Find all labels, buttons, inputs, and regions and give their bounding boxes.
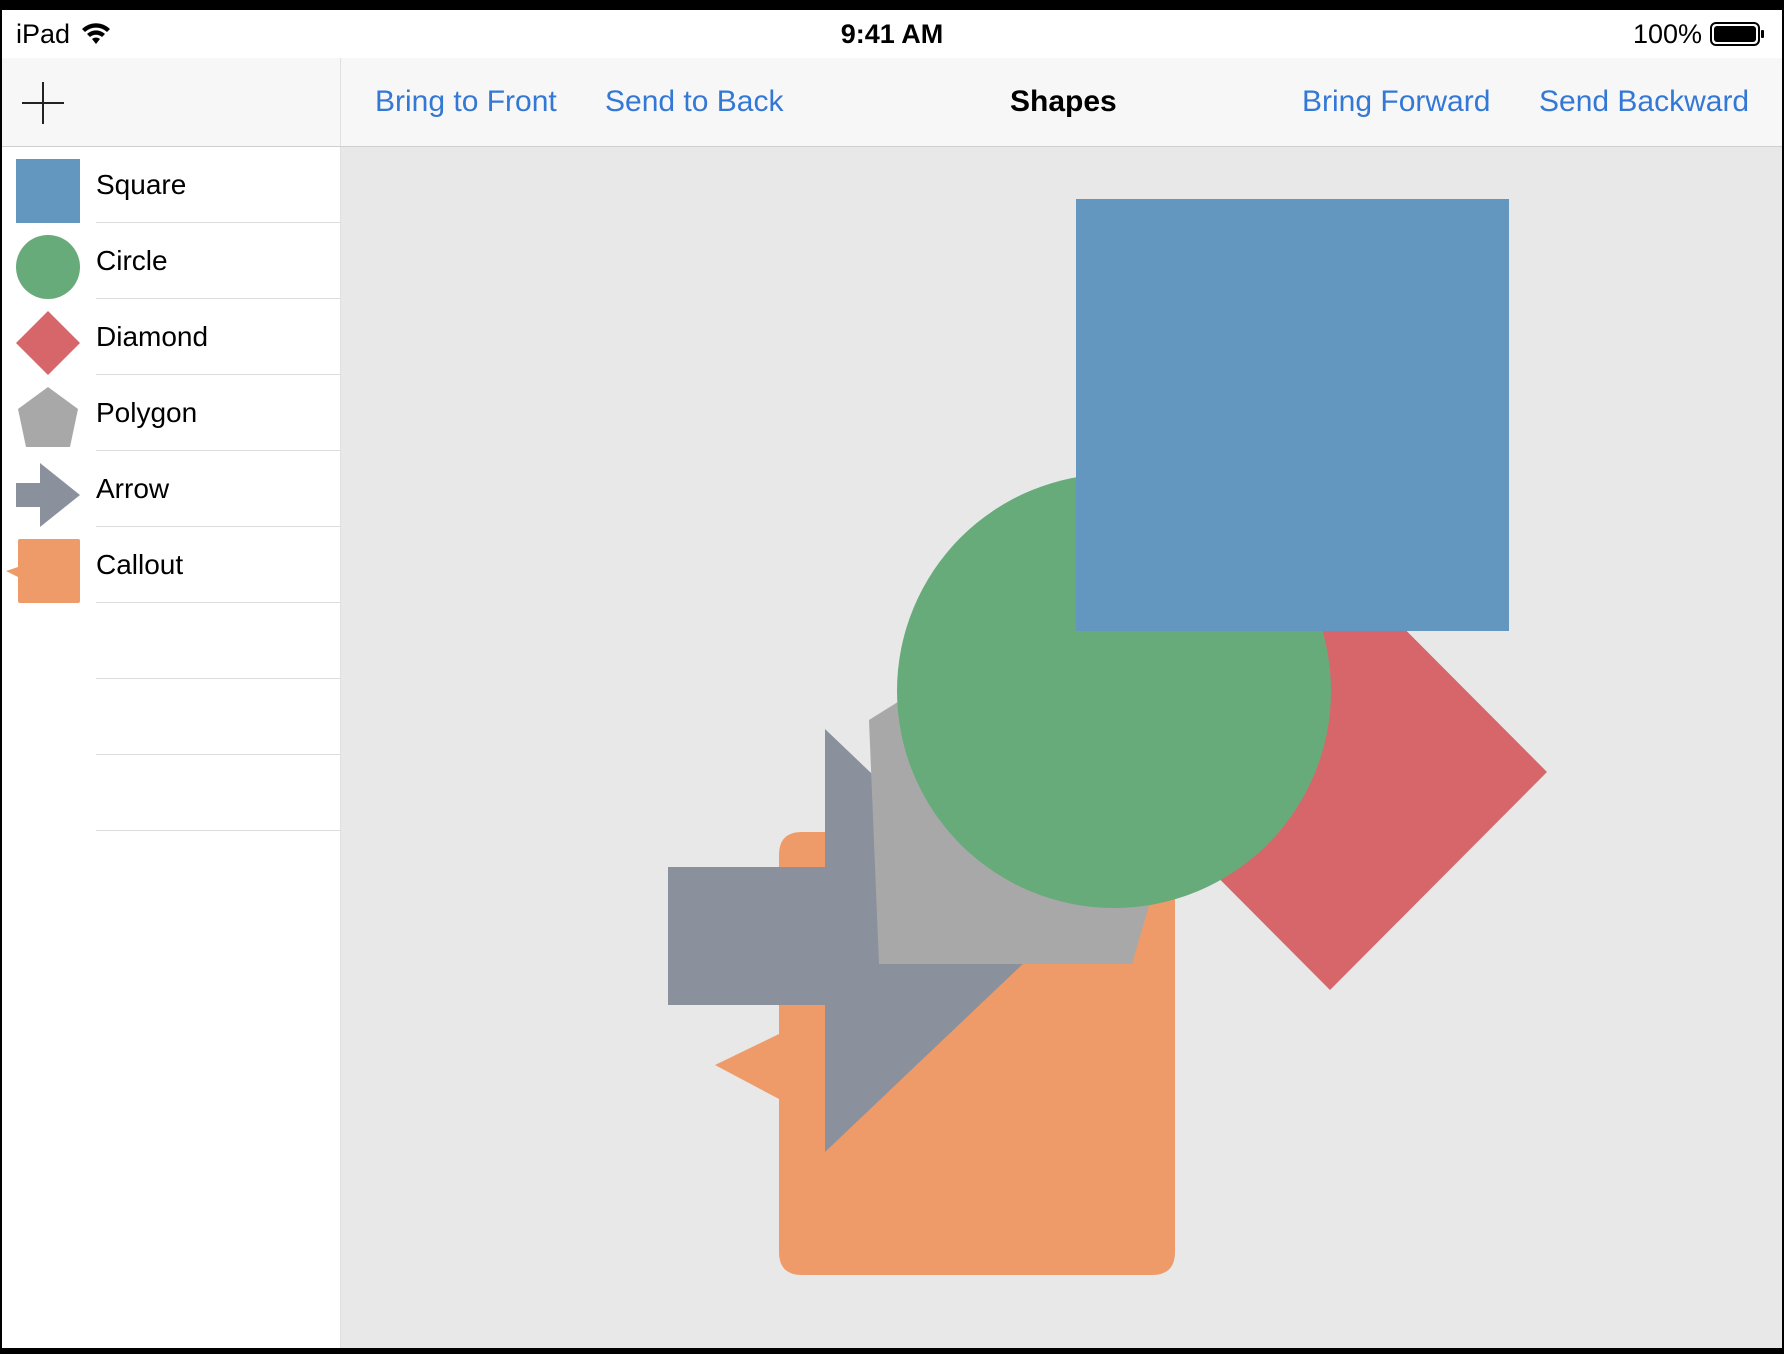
square-icon: [16, 159, 80, 223]
shape-list-item-diamond[interactable]: Diamond: [2, 299, 340, 375]
drawing-canvas[interactable]: [341, 147, 1782, 1348]
row-separator: [96, 830, 340, 831]
status-bar: iPad 9:41 AM 100%: [2, 10, 1782, 58]
shape-list-item-square[interactable]: Square: [2, 147, 340, 223]
arrow-icon: [16, 463, 80, 527]
empty-list-row: [2, 603, 340, 679]
shape-list-item-label: Circle: [96, 245, 168, 276]
shape-list-item-label: Callout: [96, 549, 184, 580]
shape-list-item-label: Diamond: [96, 321, 209, 352]
page-title: Shapes: [1010, 85, 1117, 118]
diamond-icon: [16, 311, 80, 375]
sidebar-header: [2, 58, 341, 146]
battery-icon: [1710, 22, 1764, 46]
canvas-shapes: [668, 199, 1547, 1275]
ipad-screen: iPad 9:41 AM 100% Bring to Front Send to…: [2, 10, 1782, 1348]
status-time: 9:41 AM: [840, 19, 944, 49]
send-to-back-button[interactable]: Send to Back: [605, 58, 783, 146]
shape-list-item-label: Square: [96, 169, 187, 200]
bring-forward-button[interactable]: Bring Forward: [1302, 58, 1490, 146]
shape-list-item-circle[interactable]: Circle: [2, 223, 340, 299]
shape-list-item-polygon[interactable]: Polygon: [2, 375, 340, 451]
shape-list-item-label: Arrow: [96, 473, 170, 504]
bring-to-front-button[interactable]: Bring to Front: [375, 58, 557, 146]
empty-list-row: [2, 679, 340, 755]
shape-list-sidebar: Square Circle Diamond Polygon Arrow Call…: [2, 147, 341, 1348]
shape-list-item-callout[interactable]: Callout: [2, 527, 340, 603]
plus-icon[interactable]: [20, 80, 66, 126]
shape-list-item-label: Polygon: [96, 397, 198, 428]
navigation-toolbar: Bring to Front Send to Back Shapes Bring…: [2, 58, 1782, 147]
empty-list-row: [2, 755, 340, 831]
pentagon-icon: [18, 387, 78, 447]
shape-list-item-arrow[interactable]: Arrow: [2, 451, 340, 527]
canvas-square-shape[interactable]: [1076, 199, 1509, 631]
callout-icon: [6, 539, 80, 603]
send-backward-button[interactable]: Send Backward: [1539, 58, 1749, 146]
circle-icon: [16, 235, 80, 299]
battery-percentage: 100%: [1632, 19, 1702, 49]
